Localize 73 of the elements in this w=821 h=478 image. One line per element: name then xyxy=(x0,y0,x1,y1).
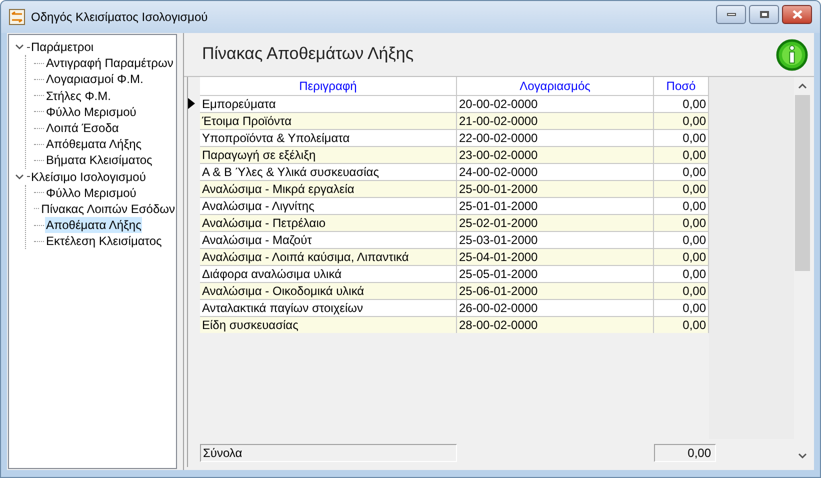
tree-item[interactable]: Βήματα Κλεισίματος xyxy=(45,152,154,168)
scroll-thumb[interactable] xyxy=(795,95,810,271)
window-title: Οδηγός Κλεισίματος Ισολογισμού xyxy=(31,9,208,26)
table-cell: 0,00 xyxy=(654,112,709,129)
tree-group[interactable]: Παράμετροι xyxy=(31,39,94,56)
table-cell: 25-04-01-2000 xyxy=(457,248,654,265)
table-cell: 20-00-02-0000 xyxy=(457,95,654,112)
maximize-button[interactable] xyxy=(749,4,779,24)
tree-item[interactable]: Πίνακας Λοιπών Εσόδων xyxy=(40,200,176,217)
table-cell: 25-06-01-2000 xyxy=(457,282,654,299)
table-cell: 0,00 xyxy=(654,129,709,146)
table-cell: 0,00 xyxy=(654,316,709,333)
table-cell: Α & Β Ύλες & Υλικά συσκευασίας xyxy=(200,163,457,180)
table-cell: 26-00-02-0000 xyxy=(457,299,654,316)
table-cell: 0,00 xyxy=(654,146,709,163)
table-cell: Αναλώσιμα - Μικρά εργαλεία xyxy=(200,180,457,197)
table-cell: 0,00 xyxy=(654,299,709,316)
table-cell: 0,00 xyxy=(654,231,709,248)
tree-item[interactable]: Απόθεματα Λήξης xyxy=(45,136,143,152)
tree-item[interactable]: Λοιπά Έσοδα xyxy=(45,120,120,136)
table-cell: 23-00-02-0000 xyxy=(457,146,654,163)
tree-item[interactable]: Στήλες Φ.Μ. xyxy=(45,88,112,104)
tree-item[interactable]: Φύλλο Μερισμού xyxy=(45,104,138,120)
info-icon[interactable] xyxy=(776,39,808,71)
close-icon xyxy=(792,10,802,18)
column-header[interactable]: Λογαριασμός xyxy=(457,77,654,95)
table-cell: 25-01-01-2000 xyxy=(457,197,654,214)
chevron-icon[interactable] xyxy=(14,44,24,50)
table-cell: Αναλώσιμα - Οικοδομικά υλικά xyxy=(200,282,457,299)
close-button[interactable] xyxy=(782,4,812,24)
tree-item[interactable]: Εκτέλεση Κλεισίματος xyxy=(45,233,163,250)
table-cell: 0,00 xyxy=(654,197,709,214)
table-cell: 0,00 xyxy=(654,282,709,299)
column-header[interactable]: Ποσό xyxy=(654,77,709,95)
table-cell: 22-00-02-0000 xyxy=(457,129,654,146)
table-cell: 25-00-01-2000 xyxy=(457,180,654,197)
tree-group[interactable]: Κλείσιμο Ισολογισμού xyxy=(31,168,146,185)
totals-amount: 0,00 xyxy=(654,444,716,462)
table-cell: Ανταλακτικά παγίων στοιχείων xyxy=(200,299,457,316)
scroll-up-icon[interactable] xyxy=(798,83,807,89)
table-cell: 0,00 xyxy=(654,248,709,265)
table-cell: 0,00 xyxy=(654,265,709,282)
tree-item[interactable]: Λογαριασμοί Φ.Μ. xyxy=(45,71,144,88)
table-cell: Εμπορεύματα xyxy=(200,95,457,112)
table-cell: 0,00 xyxy=(654,163,709,180)
table-cell: Έτοιμα Προϊόντα xyxy=(200,112,457,129)
table-cell: Διάφορα αναλώσιμα υλικά xyxy=(200,265,457,282)
table-cell: 24-00-02-0000 xyxy=(457,163,654,180)
table-cell: 0,00 xyxy=(654,95,709,112)
page-title: Πίνακας Αποθεμάτων Λήξης xyxy=(202,43,414,65)
table-cell: 21-00-02-0000 xyxy=(457,112,654,129)
column-header[interactable]: Περιγραφή xyxy=(200,77,457,95)
table-cell: Αναλώσιμα - Λοιπά καύσιμα, Λιπαντικά xyxy=(200,248,457,265)
table-cell: Αναλώσιμα - Μαζούτ xyxy=(200,231,457,248)
totals-label: Σύνολα xyxy=(200,444,457,462)
table-cell: 0,00 xyxy=(654,180,709,197)
minimize-button[interactable] xyxy=(716,4,746,24)
table-cell: 25-05-01-2000 xyxy=(457,265,654,282)
table-cell: 25-03-01-2000 xyxy=(457,231,654,248)
tree-item[interactable]: Αποθέματα Λήξης xyxy=(45,217,142,234)
arrows-icon xyxy=(9,9,25,25)
table-cell: Είδη συσκευασίας xyxy=(200,316,457,333)
table-cell: 28-00-02-0000 xyxy=(457,316,654,333)
table-cell: Αναλώσιμα - Πετρέλαιο xyxy=(200,214,457,231)
table-cell: Υποπροϊόντα & Υπολείματα xyxy=(200,129,457,146)
scroll-down-icon[interactable] xyxy=(798,453,807,459)
chevron-icon[interactable] xyxy=(14,174,24,180)
table-cell: 25-02-01-2000 xyxy=(457,214,654,231)
tree-item[interactable]: Φύλλο Μερισμού xyxy=(45,184,138,201)
table-cell: Παραγωγή σε εξέλιξη xyxy=(200,146,457,163)
tree-item[interactable]: Αντιγραφή Παραμέτρων xyxy=(45,55,174,72)
table-cell: 0,00 xyxy=(654,214,709,231)
table-cell: Αναλώσιμα - Λιγνίτης xyxy=(200,197,457,214)
